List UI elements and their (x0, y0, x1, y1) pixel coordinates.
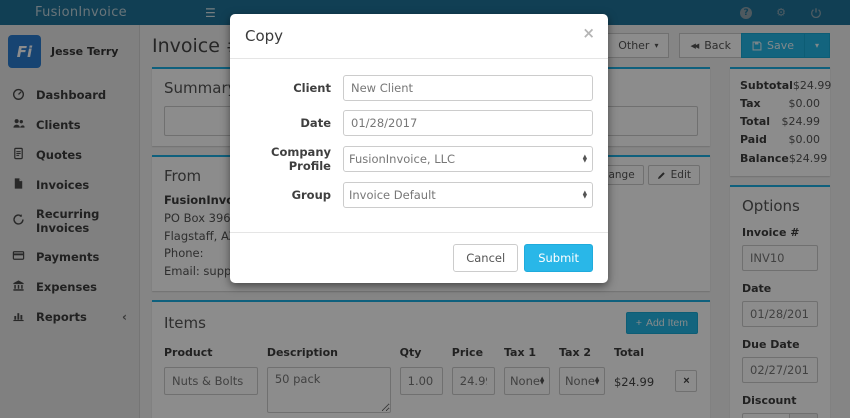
company-profile-select[interactable]: FusionInvoice, LLC▲▼ (343, 146, 593, 172)
group-select[interactable]: Invoice Default▲▼ (343, 182, 593, 208)
copy-date-label: Date (245, 116, 343, 130)
client-label: Client (245, 81, 343, 95)
copy-date-input[interactable] (343, 110, 593, 136)
cancel-button[interactable]: Cancel (453, 244, 518, 272)
modal-title: Copy (245, 27, 283, 45)
group-label: Group (245, 188, 343, 202)
company-profile-label: Company Profile (245, 145, 343, 173)
select-arrows-icon: ▲▼ (583, 155, 587, 164)
submit-button[interactable]: Submit (524, 244, 593, 272)
select-arrows-icon: ▲▼ (583, 191, 587, 200)
client-input[interactable] (343, 75, 593, 101)
copy-modal: Copy × Client Date Company Profile Fusio… (230, 14, 608, 283)
close-icon[interactable]: × (582, 24, 595, 42)
